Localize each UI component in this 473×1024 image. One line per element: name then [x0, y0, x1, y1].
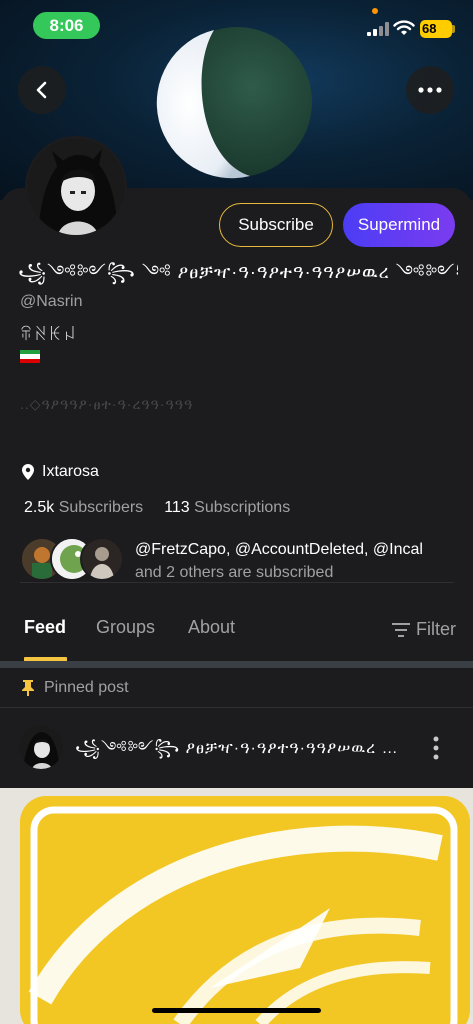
- post-title[interactable]: ꧁༺༻꧂ ዖፀቻዣ·ዓ·ዓዖተዓ·ዓዓዖሠዉረ ༺༻꧂...: [75, 730, 405, 775]
- pin-icon: [22, 680, 34, 696]
- tab-about[interactable]: About: [188, 617, 235, 638]
- more-options-button[interactable]: [406, 66, 454, 114]
- profile-stats: 2.5k Subscribers 113 Subscriptions: [24, 499, 290, 517]
- mutual-subscribers-names: @FretzCapo, @AccountDeleted, @Incal: [135, 541, 423, 558]
- subscriptions-count: 113: [164, 499, 190, 516]
- location: Ixtarosa: [22, 463, 99, 481]
- post-header: ꧁༺༻꧂ ዖፀቻዣ·ዓ·ዓዖተዓ·ዓዓዖሠዉረ ༺༻꧂...: [0, 708, 473, 786]
- post-author-avatar[interactable]: [19, 725, 63, 769]
- tab-feed[interactable]: Feed: [24, 617, 66, 638]
- subscribers-count: 2.5k: [24, 499, 55, 516]
- bio-text: ꋖꋊꀘꈤ: [20, 327, 78, 344]
- status-bar: 8:06 68: [0, 0, 473, 50]
- post-image-graphic: [0, 788, 473, 1024]
- avatar-image: [28, 139, 124, 235]
- back-button[interactable]: [18, 66, 66, 114]
- display-name: ꧁༺༻꧂ ༺ ዖፀቻዣ·ዓ·ዓዖተዓ·ዓዓዖሠዉረ ༺༻꧂ ꧁: [18, 262, 458, 282]
- pinned-post-header: Pinned post: [0, 668, 473, 708]
- tab-groups[interactable]: Groups: [96, 617, 155, 638]
- filter-icon: [392, 622, 410, 637]
- wifi-icon: [393, 20, 415, 35]
- battery-icon: 68: [420, 20, 452, 38]
- username: @Nasrin: [20, 293, 83, 310]
- chevron-left-icon: [36, 81, 47, 99]
- subscriptions-stat[interactable]: 113 Subscriptions: [164, 499, 290, 517]
- subscribers-stat[interactable]: 2.5k Subscribers: [24, 499, 143, 517]
- faded-bio-line: ..◇ዓዖዓዓዖ·ፀተ·ዓ·ረዓዓ·ዓዓዓ: [20, 396, 194, 412]
- profile-avatar[interactable]: [25, 136, 127, 238]
- iran-flag-icon: [20, 350, 40, 363]
- supermind-button[interactable]: Supermind: [343, 203, 455, 247]
- more-vertical-icon[interactable]: [426, 736, 446, 760]
- battery-tip: [452, 25, 455, 33]
- cellular-signal-icon: [367, 22, 389, 36]
- profile-tabs: Feed Groups About Filter: [0, 605, 473, 663]
- status-time: 8:06: [33, 12, 100, 39]
- filter-button[interactable]: Filter: [392, 619, 456, 640]
- mutual-subscribers-others: and 2 others are subscribed: [135, 564, 334, 581]
- location-text: Ixtarosa: [42, 463, 99, 480]
- pinned-post-label: Pinned post: [44, 679, 129, 696]
- post-image[interactable]: [0, 788, 473, 1024]
- tabs-divider: [0, 661, 473, 668]
- filter-label: Filter: [416, 619, 456, 639]
- subscriptions-label: Subscriptions: [194, 499, 291, 516]
- home-indicator: [152, 1008, 321, 1013]
- subscribers-label: Subscribers: [58, 499, 144, 516]
- recording-indicator: [372, 8, 378, 14]
- mutual-subscribers-text: @FretzCapo, @AccountDeleted, @Incal and …: [135, 538, 423, 584]
- more-horizontal-icon: [418, 87, 442, 93]
- location-pin-icon: [22, 464, 34, 480]
- subscribe-button[interactable]: Subscribe: [219, 203, 333, 247]
- mutual-avatar-3: [80, 537, 124, 581]
- mutual-subscribers-row[interactable]: @FretzCapo, @AccountDeleted, @Incal and …: [20, 535, 454, 583]
